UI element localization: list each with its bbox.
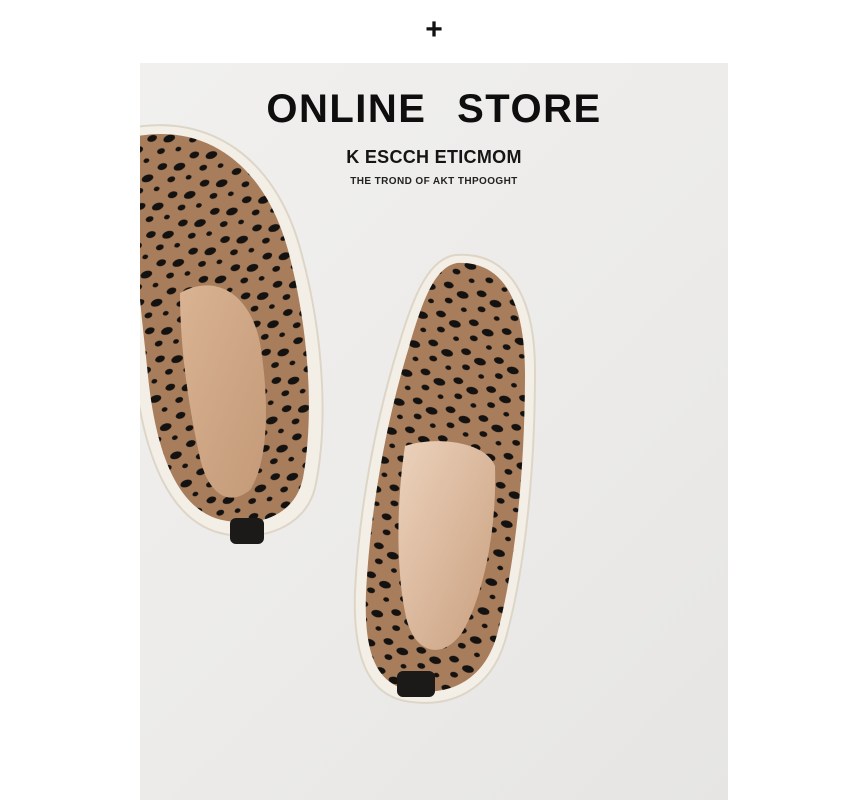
product-photo: ONLINE STORE K ESCCH ETICMOM THE TROND O… <box>140 63 728 800</box>
plus-icon[interactable]: + <box>420 12 448 48</box>
left-shoe <box>140 118 340 548</box>
right-shoe <box>345 251 545 711</box>
